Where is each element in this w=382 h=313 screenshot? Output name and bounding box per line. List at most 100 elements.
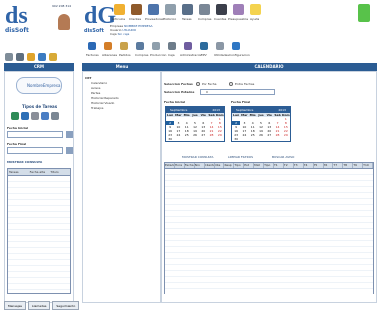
calls-tab[interactable]: Llamadas (27, 301, 51, 310)
pos-link[interactable]: TPV (201, 53, 207, 57)
top-navigation: Articulos Clientes Proveedores Historico… (112, 1, 264, 25)
calendar-day (240, 137, 248, 141)
menu-item-repair-history[interactable]: Historial Reparado (91, 96, 119, 100)
calendar-day[interactable]: 29 (216, 133, 224, 137)
task-list-table: Tareas Fecha alta Titulo (7, 168, 71, 294)
history-icon[interactable] (165, 4, 176, 15)
delivery-link[interactable]: Albaranes (102, 53, 117, 57)
folder-icon[interactable] (49, 53, 57, 61)
admin-icon[interactable] (184, 42, 192, 50)
utilities-link[interactable]: Utilidades (214, 53, 229, 57)
calendar-day[interactable]: 29 (282, 133, 290, 137)
clients-link[interactable]: Clientes (129, 17, 141, 21)
phone-task-icon[interactable] (11, 112, 19, 120)
date-column: Fecha alta (29, 170, 46, 174)
menu-item-jobs[interactable]: Trabajos (91, 106, 103, 110)
results-column-header: Cliente (204, 163, 215, 168)
left-title-bar: CRM (4, 63, 74, 71)
menu-item-reports[interactable]: Partes (91, 91, 100, 95)
calendar-day[interactable]: 30 (232, 137, 240, 141)
cashbox-link[interactable]: Caja (168, 53, 175, 57)
admin-link[interactable]: Administracion (180, 53, 202, 57)
results-column-header: Mat (254, 163, 265, 168)
document-icon[interactable] (38, 53, 46, 61)
delivery-icon[interactable] (104, 42, 112, 50)
production-icon[interactable] (152, 42, 160, 50)
menu-item-alerts[interactable]: Avisos (91, 86, 100, 90)
invoice-icon[interactable] (88, 42, 96, 50)
calendar-task-icon[interactable] (51, 112, 59, 120)
cashbox-icon[interactable] (168, 42, 176, 50)
people-task-icon[interactable] (31, 112, 39, 120)
results-column-header: T3 (294, 163, 304, 168)
clear-filters-button[interactable]: LIMPIAR FILTROS (228, 155, 253, 159)
between-dates-radio[interactable] (229, 82, 233, 86)
calendar-icon[interactable] (16, 53, 24, 61)
articles-icon[interactable] (114, 4, 125, 15)
end-date-input[interactable] (7, 147, 63, 154)
menu-item-visit-history[interactable]: Historial Visado (91, 101, 114, 105)
end-calendar-month: Septiembre (236, 108, 254, 112)
calendar-day (174, 137, 182, 141)
clients-icon[interactable] (131, 4, 142, 15)
suppliers-icon[interactable] (148, 4, 159, 15)
end-calendar[interactable]: Septiembre 2013 Lun Mar Mie Jue Vie Sab Dom 1 2 3… (231, 106, 291, 142)
start-calendar-grid: Lun Mar Mie Jue Vie Sab Dom 1 2 3 4 5 6 7 8 9 10 11 12 13 14… (166, 113, 224, 141)
exit-icon[interactable] (358, 4, 370, 22)
email-task-icon[interactable] (21, 112, 29, 120)
suppliers-link[interactable]: Proveedores (145, 17, 164, 21)
purchase-icon[interactable] (199, 4, 210, 15)
left-toolbar (5, 51, 70, 63)
start-calendar[interactable]: Septiembre 2013 Lun Mar Mie Jue Vie Sab Dom 1 2 3… (165, 106, 225, 142)
tools-icon[interactable] (216, 42, 224, 50)
show-query-control[interactable]: MOSTRAR CONSULTA (7, 160, 42, 164)
calendar-day[interactable]: 28 (273, 133, 281, 137)
accounts-link[interactable]: Cuentas (214, 17, 226, 21)
status-filter-label: Seleccion Estados (164, 90, 195, 94)
settings-icon[interactable] (232, 42, 240, 50)
calendar-day (257, 137, 265, 141)
configuration-link[interactable]: Configuracion (229, 53, 250, 57)
end-date-picker-icon[interactable] (66, 147, 73, 154)
pos-icon[interactable] (200, 42, 208, 50)
tasks-link[interactable]: Tareas (182, 17, 192, 21)
end-date-label: Fecha Final (7, 142, 27, 146)
tasks-icon[interactable] (182, 4, 193, 15)
start-date-input[interactable] (7, 131, 63, 138)
history-link[interactable]: Historico (163, 17, 176, 21)
menu-item-calendar[interactable]: Calendario (91, 81, 107, 85)
menu-root[interactable]: CRT (85, 76, 91, 80)
show-query-button[interactable]: MOSTRAR CONSULTA (182, 155, 213, 159)
menu-title-bar: Menu (82, 63, 162, 71)
accounts-icon[interactable] (216, 4, 227, 15)
results-column-header: T4 (304, 163, 314, 168)
by-date-radio[interactable] (196, 82, 200, 86)
orders-icon[interactable] (120, 42, 128, 50)
search-alert-button[interactable]: BUSCAR AVISO (272, 155, 294, 159)
follow-up-tab[interactable]: Seguimiento (52, 301, 80, 310)
shopping-icon[interactable] (136, 42, 144, 50)
chart-icon[interactable] (27, 53, 35, 61)
purchase-link[interactable]: Compras (198, 17, 211, 21)
help-link[interactable]: Ayuda (250, 17, 259, 21)
home-icon[interactable] (5, 53, 13, 61)
calendar-day[interactable]: 28 (207, 133, 215, 137)
calendar-end-label: Fecha Final (231, 100, 251, 104)
orders-link[interactable]: Pedidos (119, 53, 131, 57)
calendar-day[interactable]: 30 (166, 137, 174, 141)
budget-icon[interactable] (233, 4, 244, 15)
budget-link[interactable]: Presupuestos (228, 17, 248, 21)
start-date-picker-icon[interactable] (66, 131, 73, 138)
results-column-header: Hora (175, 163, 185, 168)
help-icon[interactable] (250, 4, 261, 15)
production-link[interactable]: Produccion (150, 53, 166, 57)
messages-tab[interactable]: Mensajes (4, 301, 26, 310)
end-calendar-grid: Lun Mar Mie Jue Vie Sab Dom 1 2 3 4 5 6 7 8 9 10 11 12 13 14… (232, 113, 290, 141)
invoices-link[interactable]: Facturas (86, 53, 99, 57)
status-filter-input[interactable] (200, 89, 275, 95)
results-column-header: T10 (363, 163, 374, 168)
brand-button[interactable]: NombreEmpresa (16, 77, 62, 94)
articles-link[interactable]: Articulos (112, 17, 125, 21)
visit-task-icon[interactable] (41, 112, 49, 120)
purchases-link[interactable]: Compras (135, 53, 148, 57)
